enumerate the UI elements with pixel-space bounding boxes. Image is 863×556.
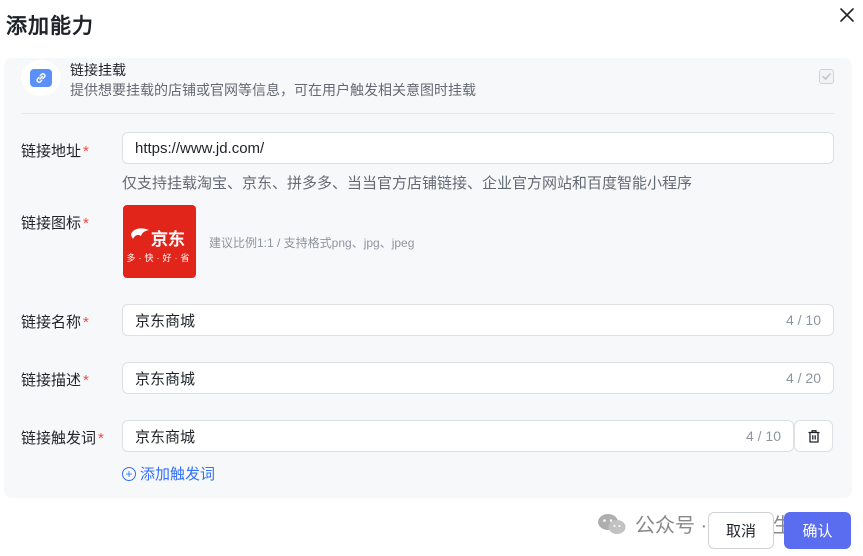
logo-brand-text: 京东 [151, 230, 185, 249]
plus-circle-icon: + [122, 466, 136, 481]
required-mark: * [83, 143, 89, 160]
url-value: https://www.jd.com/ [135, 139, 265, 157]
name-value: 京东商城 [135, 312, 196, 330]
delete-trigger-button[interactable] [794, 420, 833, 452]
confirm-button[interactable]: 确认 [784, 512, 851, 549]
close-button[interactable] [836, 4, 858, 26]
description-value: 京东商城 [135, 370, 196, 388]
add-trigger-label: 添加触发词 [140, 466, 216, 483]
url-label: 链接地址 * [21, 143, 89, 160]
check-icon [822, 73, 831, 81]
jd-logo-upload[interactable]: 京东 多·快·好·省 [123, 205, 196, 278]
url-hint: 仅支持挂载淘宝、京东、拼多多、当当官方店铺链接、企业官方网站和百度智能小程序 [122, 175, 693, 192]
capability-icon [21, 60, 61, 96]
close-icon [840, 8, 854, 22]
description-label: 链接描述 * [21, 372, 89, 389]
name-char-count: 4 / 10 [785, 312, 821, 328]
required-mark: * [83, 314, 89, 331]
add-trigger-button[interactable]: + 添加触发词 [122, 463, 215, 484]
link-icon [36, 73, 46, 83]
capability-checkbox[interactable] [819, 69, 834, 84]
description-input[interactable]: 京东商城 4 / 20 [122, 362, 834, 394]
required-mark: * [83, 215, 89, 232]
trigger-value: 京东商城 [135, 428, 196, 446]
required-mark: * [83, 372, 89, 389]
capability-description: 提供想要挂载的店铺或官网等信息，可在用户触发相关意图时挂载 [70, 82, 476, 98]
trigger-char-count: 4 / 10 [745, 428, 781, 444]
trigger-input[interactable]: 京东商城 4 / 10 [122, 420, 794, 452]
cancel-button[interactable]: 取消 [708, 512, 774, 549]
icon-hint: 建议比例1:1 / 支持格式png、jpg、jpeg [209, 236, 415, 250]
trash-icon [808, 429, 819, 443]
dialog-title: 添加能力 [6, 15, 94, 38]
description-char-count: 4 / 20 [785, 370, 821, 386]
trigger-label: 链接触发词 * [21, 430, 104, 447]
name-label: 链接名称 * [21, 314, 89, 331]
url-input[interactable]: https://www.jd.com/ [122, 132, 834, 164]
wechat-icon [598, 513, 626, 534]
divider [22, 113, 834, 114]
jd-dog-icon [131, 228, 149, 239]
logo-tagline: 多·快·好·省 [126, 253, 193, 263]
name-input[interactable]: 京东商城 4 / 10 [122, 304, 834, 336]
icon-label: 链接图标 * [21, 215, 89, 232]
required-mark: * [98, 430, 104, 447]
form-panel: 链接挂载 提供想要挂载的店铺或官网等信息，可在用户触发相关意图时挂载 链接地址 *… [4, 58, 852, 498]
capability-title: 链接挂载 [70, 62, 126, 78]
